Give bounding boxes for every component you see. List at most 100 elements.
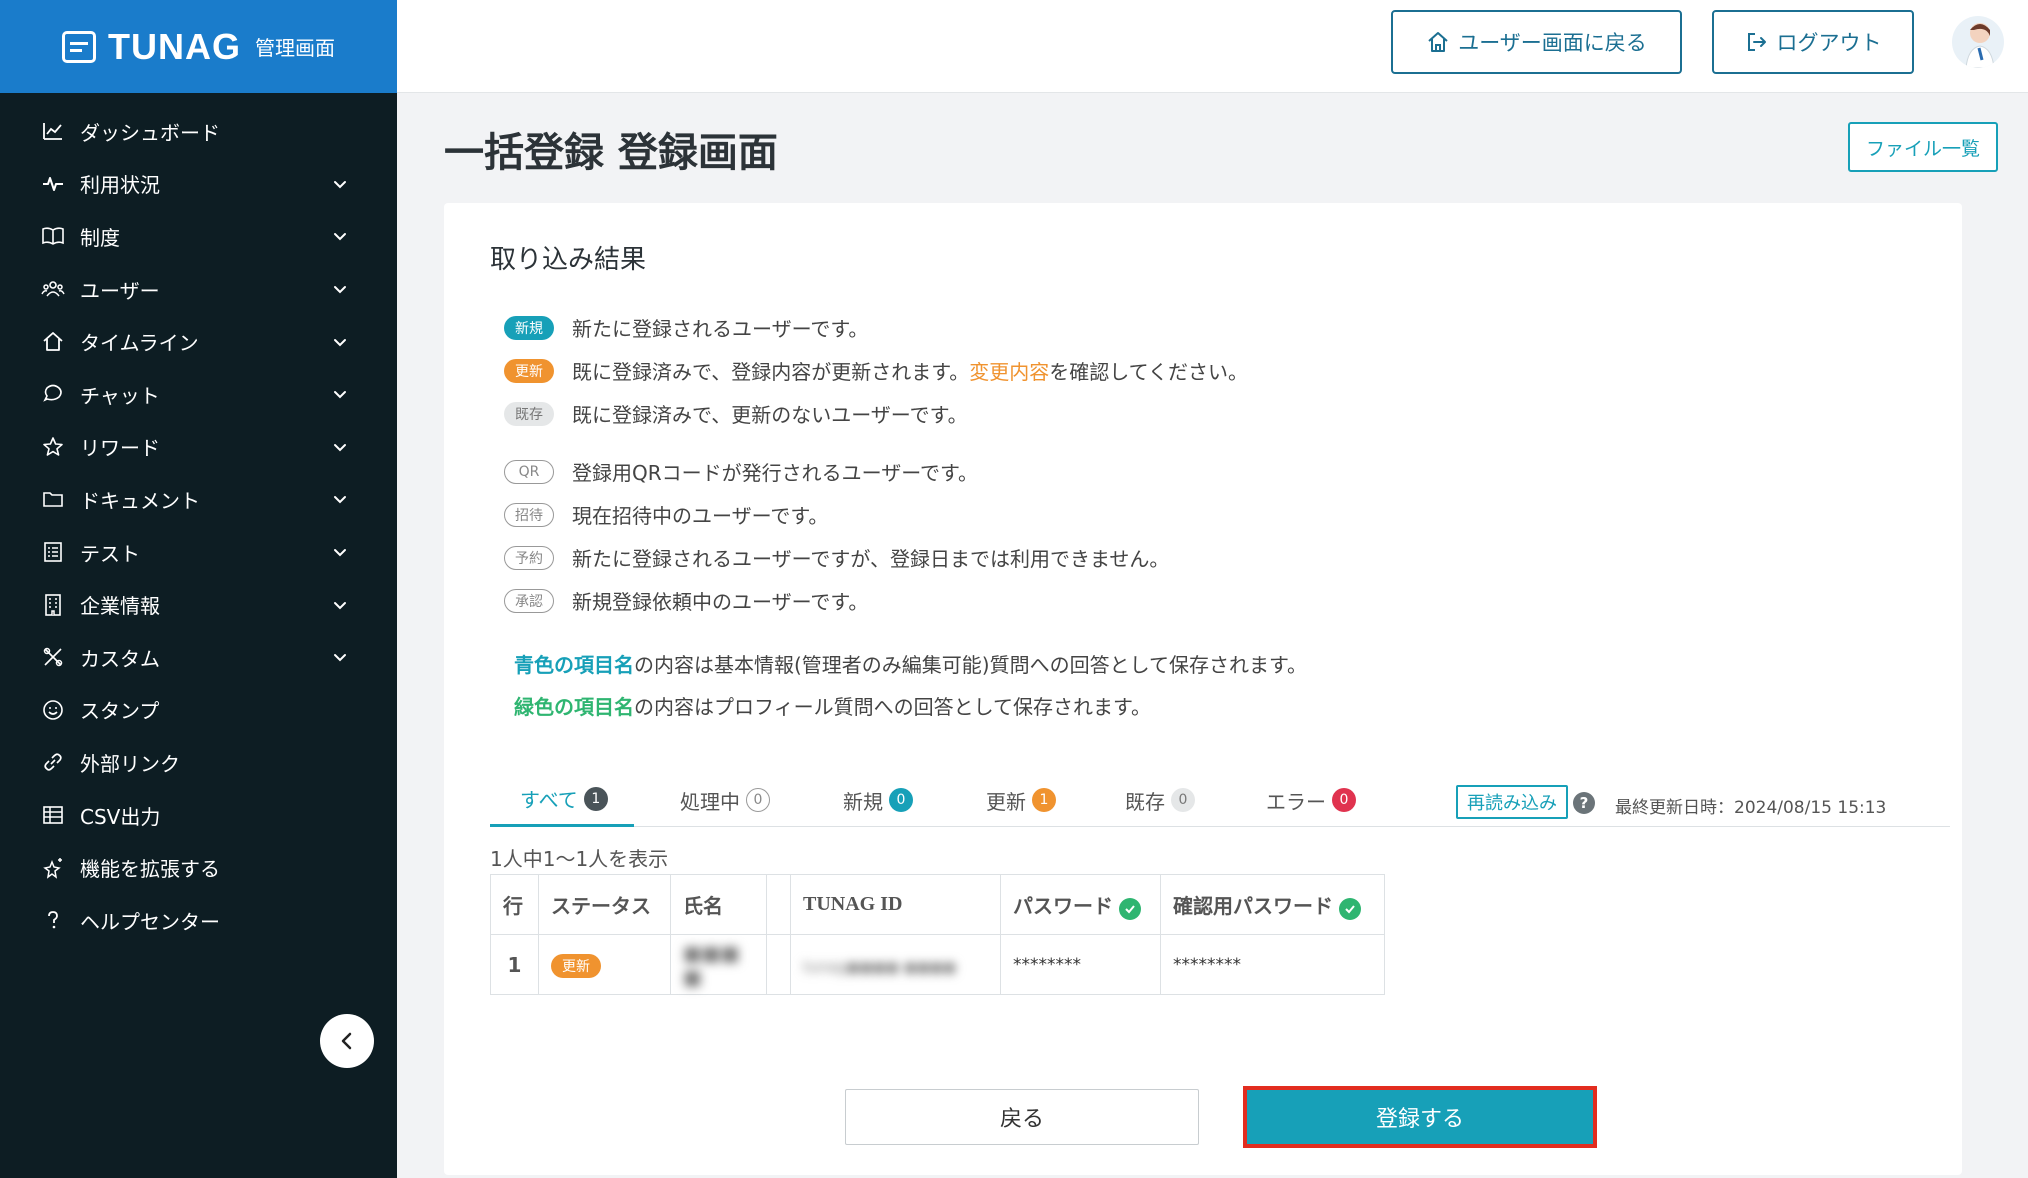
register-button[interactable]: 登録する: [1247, 1090, 1593, 1144]
file-list-button[interactable]: ファイル一覧: [1848, 122, 1998, 172]
tab-processing[interactable]: 処理中 0: [680, 773, 770, 827]
chevron-down-icon[interactable]: [327, 276, 353, 302]
legend-new-row: 新規 新たに登録されるユーザーです。: [504, 313, 868, 342]
tab-all[interactable]: すべて 1: [490, 773, 634, 827]
sidebar-item-12[interactable]: 外部リンク: [0, 736, 397, 789]
tab-all-count: 1: [583, 786, 608, 811]
legend-existing-row: 既存 既に登録済みで、更新のないユーザーです。: [504, 399, 968, 428]
legend-update-row: 更新 既に登録済みで、登録内容が更新されます。 変更内容 を確認してください。: [504, 356, 1248, 385]
submit-highlight: 登録する: [1243, 1086, 1597, 1148]
row-count: 1人中1〜1人を表示: [490, 847, 669, 871]
status-tabs: すべて 1 処理中 0 新規 0 更新 1 既存 0 エラー 0 再読み込み ?…: [490, 763, 1950, 827]
sidebar-item-label: 機能を拡張する: [80, 857, 220, 882]
chevron-down-icon[interactable]: [327, 434, 353, 460]
table-header-row: 行 ステータス 氏名 TUNAG ID パスワード 確認用パスワード: [490, 874, 1385, 935]
chart-icon: [40, 118, 66, 144]
badge-new: 新規: [504, 315, 554, 340]
sidebar-item-9[interactable]: 企業情報: [0, 578, 397, 631]
tab-existing[interactable]: 既存 0: [1125, 773, 1195, 827]
tab-error[interactable]: エラー 0: [1266, 773, 1356, 827]
tab-new[interactable]: 新規 0: [843, 773, 913, 827]
cell-spacer: [766, 934, 791, 995]
col-password-confirm-label: 確認用パスワード: [1173, 893, 1333, 918]
sidebar-item-3[interactable]: ユーザー: [0, 263, 397, 316]
result-table: 行 ステータス 氏名 TUNAG ID パスワード 確認用パスワード 1 更新 …: [490, 874, 1385, 995]
sidebar-item-10[interactable]: カスタム: [0, 631, 397, 684]
collapse-sidebar-button[interactable]: [320, 1014, 374, 1068]
sidebar-item-label: 外部リンク: [80, 751, 180, 776]
chevron-down-icon[interactable]: [327, 223, 353, 249]
legend-new-text: 新たに登録されるユーザーです。: [572, 317, 869, 341]
legend-approval-row: 承認 新規登録依頼中のユーザーです。: [504, 586, 868, 615]
sidebar-item-13[interactable]: CSV出力: [0, 789, 397, 842]
sidebar-item-label: CSV出力: [80, 804, 161, 829]
legend-qr-row: QR 登録用QRコードが発行されるユーザーです。: [504, 457, 978, 486]
question-icon: [40, 907, 66, 933]
avatar[interactable]: [1952, 16, 2004, 68]
badge-qr: QR: [504, 459, 554, 484]
col-tunag-id: TUNAG ID: [790, 874, 1001, 935]
col-status: ステータス: [538, 874, 671, 935]
sidebar-item-11[interactable]: スタンプ: [0, 684, 397, 737]
cell-status: 更新: [538, 934, 671, 995]
brand-subtitle: 管理画面: [255, 36, 335, 60]
col-row: 行: [490, 874, 539, 935]
sidebar-item-1[interactable]: 利用状況: [0, 158, 397, 211]
import-result-card: 取り込み結果 新規 新たに登録されるユーザーです。 更新 既に登録済みで、登録内…: [444, 203, 1962, 1175]
sidebar-item-4[interactable]: タイムライン: [0, 315, 397, 368]
sidebar-nav: ダッシュボード利用状況 制度 ユーザー タイムライン チャット リワードドキュメントテスト…: [0, 93, 397, 947]
logout-button[interactable]: ログアウト: [1712, 10, 1914, 74]
back-to-user-screen-button[interactable]: ユーザー画面に戻る: [1391, 10, 1682, 74]
status-badge: 更新: [551, 953, 601, 978]
sidebar-item-label: ドキュメント: [80, 488, 200, 513]
tab-all-label: すべて: [520, 788, 578, 812]
name-value: ■■■ ■: [683, 940, 740, 989]
sidebar-item-2[interactable]: 制度: [0, 210, 397, 263]
sidebar-item-5[interactable]: チャット: [0, 368, 397, 421]
chevron-down-icon[interactable]: [327, 171, 353, 197]
chat-icon: [40, 381, 66, 407]
chevron-down-icon[interactable]: [327, 486, 353, 512]
tools-icon: [40, 644, 66, 670]
reload-button[interactable]: 再読み込み: [1456, 785, 1568, 819]
top-header: ユーザー画面に戻る ログアウト: [397, 0, 2028, 93]
chevron-down-icon[interactable]: [327, 381, 353, 407]
changes-link[interactable]: 変更内容: [969, 356, 1049, 385]
tab-processing-label: 処理中: [680, 789, 740, 814]
col-name: 氏名: [670, 874, 767, 935]
sidebar-item-label: スタンプ: [80, 699, 160, 724]
legend-reserve-row: 予約 新たに登録されるユーザーですが、登録日までは利用できません。: [504, 543, 1169, 572]
sidebar-item-8[interactable]: テスト: [0, 526, 397, 579]
tab-processing-count: 0: [746, 788, 770, 812]
sidebar-item-0[interactable]: ダッシュボード: [0, 105, 397, 158]
checklist-icon: [40, 539, 66, 565]
users-icon: [40, 276, 66, 302]
sidebar-item-14[interactable]: 機能を拡張する: [0, 841, 397, 894]
help-icon[interactable]: ?: [1573, 792, 1595, 814]
note-green: 緑色の項目名の内容はプロフィール質問への回答として保存されます。: [514, 691, 1151, 720]
legend-update-text-after: を確認してください。: [1049, 360, 1249, 384]
pulse-icon: [40, 171, 66, 197]
note-blue-text: の内容は基本情報(管理者のみ編集可能)質問への回答として保存されます。: [634, 653, 1308, 677]
sidebar-item-label: ダッシュボード: [80, 120, 220, 145]
tab-new-label: 新規: [843, 789, 883, 814]
note-blue: 青色の項目名の内容は基本情報(管理者のみ編集可能)質問への回答として保存されます…: [514, 649, 1307, 678]
chevron-down-icon[interactable]: [327, 592, 353, 618]
chevron-down-icon[interactable]: [327, 329, 353, 355]
sidebar-item-15[interactable]: ヘルプセンター: [0, 894, 397, 947]
back-button[interactable]: 戻る: [845, 1089, 1199, 1145]
chevron-down-icon[interactable]: [327, 644, 353, 670]
page-title: 一括登録 登録画面: [444, 130, 778, 176]
sidebar-item-7[interactable]: ドキュメント: [0, 473, 397, 526]
badge-update: 更新: [504, 358, 554, 383]
table-icon: [40, 802, 66, 828]
note-green-bold: 緑色の項目名: [514, 695, 634, 719]
home-icon: [1428, 32, 1448, 52]
sidebar-item-6[interactable]: リワード: [0, 421, 397, 474]
col-password: パスワード: [1000, 874, 1161, 935]
brand[interactable]: TUNAG 管理画面: [0, 0, 397, 93]
tab-update[interactable]: 更新 1: [986, 773, 1056, 827]
note-blue-bold: 青色の項目名: [514, 653, 634, 677]
chevron-down-icon[interactable]: [327, 539, 353, 565]
cell-row: 1: [490, 934, 539, 995]
